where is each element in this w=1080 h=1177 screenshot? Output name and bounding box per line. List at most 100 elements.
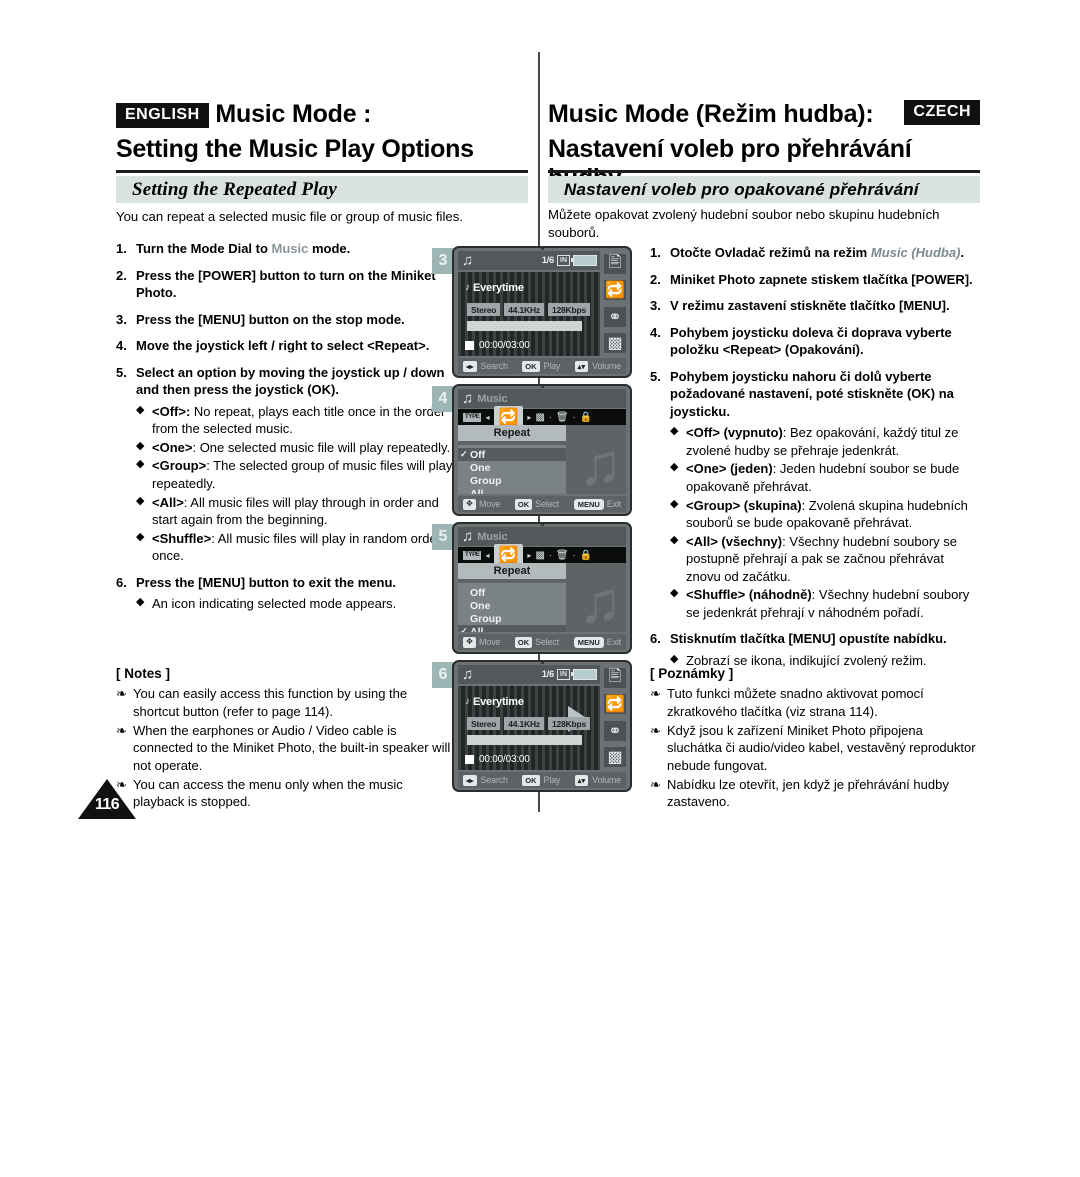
- search-key-label: Search: [480, 775, 509, 785]
- step-badge-3: 3: [432, 248, 454, 274]
- menu-item-group[interactable]: Group: [458, 612, 566, 625]
- music-note-icon: ♫: [462, 528, 474, 545]
- menu-mode-label: Music: [477, 530, 508, 543]
- tag-stereo: Stereo: [467, 717, 501, 730]
- note-text: When the earphones or Audio / Video cabl…: [133, 722, 451, 774]
- left-arrow-icon[interactable]: ◂: [485, 551, 489, 560]
- czech-section-title: Nastavení voleb pro opakované přehrávání: [564, 179, 919, 199]
- play-key-cap[interactable]: OK: [522, 774, 540, 786]
- notes-title: [ Poznámky ]: [650, 666, 734, 681]
- search-key-cap[interactable]: ◂▸: [463, 360, 477, 372]
- menu-icon-bar: TYPE ◂ 🔁 ▸ ▩ · 🗑 · 🔒: [458, 544, 626, 566]
- note-text: Tuto funkci můžete snadno aktivovat pomo…: [667, 686, 924, 720]
- menu-item-one[interactable]: One: [458, 599, 566, 612]
- step-item: 6. Press the [MENU] button to exit the me…: [116, 574, 454, 592]
- screenshot-step-5: 5 ♫ Music TYPE ◂ 🔁 ▸ ▩ · 🗑 · 🔒 ♫ Repeat: [432, 522, 632, 654]
- play-key-cap[interactable]: OK: [522, 360, 540, 372]
- screenshot-step-4: 4 ♫ Music TYPE ◂ 🔁 ▸ ▩ · 🗑 · 🔒 ♫ Repeat: [432, 384, 632, 516]
- player-side-icons: 🖹 🔁 ⚭ ▩: [602, 665, 628, 770]
- lock-icon[interactable]: 🔒: [580, 550, 592, 561]
- repeat-icon[interactable]: 🔁: [604, 694, 626, 715]
- option-bullet: ◆ <One> (jeden): Jeden hudební soubor se …: [670, 460, 980, 495]
- select-key-cap[interactable]: OK: [514, 636, 533, 648]
- step-item: 4. Move the joystick left / right to sele…: [116, 337, 454, 355]
- menu-item-off[interactable]: Off: [458, 586, 566, 599]
- menu-body: ♫ Repeat ✓Off One Group All ▼: [458, 425, 626, 494]
- step-text: Miniket Photo zapnete stiskem tlačítka […: [670, 271, 973, 287]
- move-key-cap[interactable]: ✥: [463, 498, 476, 510]
- repeat-icon[interactable]: 🔁: [604, 280, 626, 301]
- menu-item-group[interactable]: Group: [458, 474, 566, 487]
- menu-item-all[interactable]: All: [458, 487, 566, 495]
- menu-mode-label: Music: [477, 392, 508, 405]
- menu-soft-key-bar: ✥ Move OK Select MENU Exit: [458, 634, 626, 650]
- left-arrow-icon[interactable]: ◂: [485, 413, 489, 422]
- player-main-area: ♪ Everytime Stereo 44.1KHz 128Kbps 00:00…: [458, 272, 600, 356]
- right-arrow-icon[interactable]: ▸: [527, 413, 531, 422]
- menu-item-all[interactable]: ✓ All: [458, 625, 566, 632]
- step-badge-5: 5: [432, 524, 454, 550]
- equalizer-icon[interactable]: ▩: [535, 550, 544, 561]
- volume-key-cap[interactable]: ▴▾: [574, 360, 589, 372]
- select-key-cap[interactable]: OK: [514, 498, 533, 510]
- key-lock-icon[interactable]: ⚭: [604, 306, 626, 327]
- diamond-bullet-icon: ◆: [136, 596, 145, 609]
- option-bullet-text: <One>: One selected music file will play…: [152, 439, 451, 455]
- step-text: Move the joystick left / right to select…: [136, 338, 430, 354]
- option-bullet-text: <One> (jeden): Jeden hudební soubor se b…: [686, 461, 960, 495]
- note-item: ❧ Když jsou k zařízení Miniket Photo přip…: [650, 722, 980, 775]
- player-side-icons: 🖹 🔁 ⚭ ▩: [602, 251, 628, 356]
- english-notes: [ Notes ] ❧ You can easily access this fun…: [116, 665, 456, 812]
- note-item: ❧ Tuto funkci můžete snadno aktivovat pom…: [650, 685, 980, 720]
- menu-item-label: Off: [470, 448, 486, 461]
- note-text: You can easily access this function by u…: [133, 686, 408, 720]
- option-bullet: ◆ <One>: One selected music file will pla…: [136, 439, 454, 457]
- volume-key-cap[interactable]: ▴▾: [574, 774, 589, 786]
- equalizer-icon[interactable]: ▩: [604, 332, 626, 353]
- equalizer-icon[interactable]: ▩: [535, 412, 544, 423]
- check-icon: ✓: [460, 449, 468, 459]
- menu-item-one[interactable]: One: [458, 461, 566, 474]
- step-number: 5.: [650, 368, 661, 384]
- delete-icon[interactable]: 🗑: [556, 412, 569, 423]
- type-tag-icon[interactable]: TYPE: [463, 550, 482, 560]
- option-bullet-text: <All> (všechny): Všechny hudební soubory…: [686, 533, 957, 584]
- page-number-value: 116: [94, 796, 120, 813]
- english-steps: 1. Turn the Mode Dial to Music mode. 2. Pre…: [116, 240, 454, 614]
- file-list-icon[interactable]: 🖹: [604, 668, 626, 689]
- exit-key-cap[interactable]: MENU: [573, 636, 604, 648]
- file-list-icon[interactable]: 🖹: [604, 254, 626, 275]
- progress-bar[interactable]: [467, 735, 582, 745]
- tag-samplerate: 44.1KHz: [504, 717, 544, 730]
- equalizer-icon[interactable]: ▩: [604, 746, 626, 767]
- menu-item-off[interactable]: ✓ Off: [458, 448, 566, 461]
- diamond-bullet-icon: ◆: [136, 494, 145, 507]
- battery-icon: [571, 669, 597, 680]
- key-lock-icon[interactable]: ⚭: [604, 720, 626, 741]
- option-label: <All> (všechny): [686, 533, 783, 549]
- diamond-bullet-icon: ◆: [136, 530, 145, 543]
- right-arrow-icon[interactable]: ▸: [527, 551, 531, 560]
- move-key-cap[interactable]: ✥: [463, 636, 476, 648]
- diamond-bullet-icon: ◆: [670, 497, 679, 510]
- lcd-player-repeat-on: ♫ 1/6 IN ♪ Everytime Stereo 44.1KHz 128K…: [452, 660, 632, 792]
- audio-tags: Stereo 44.1KHz 128Kbps: [467, 303, 590, 316]
- progress-bar[interactable]: [467, 321, 582, 331]
- clover-bullet-icon: ❧: [116, 722, 127, 738]
- diamond-bullet-icon: ◆: [670, 587, 679, 600]
- english-section-bar: Setting the Repeated Play: [116, 176, 528, 203]
- delete-icon[interactable]: 🗑: [556, 550, 569, 561]
- option-bullet-text: <All>: All music files will play through…: [152, 494, 439, 528]
- search-key-cap[interactable]: ◂▸: [463, 774, 477, 786]
- option-bullet: ◆ <All> (všechny): Všechny hudební soubor…: [670, 533, 980, 586]
- time-elapsed-total: 00:00/03:00: [479, 754, 530, 765]
- clover-bullet-icon: ❧: [650, 686, 661, 702]
- note-text: Když jsou k zařízení Miniket Photo připo…: [667, 722, 976, 774]
- step-number: 3.: [650, 298, 661, 314]
- stop-icon: [465, 341, 474, 350]
- step-number: 6.: [650, 631, 661, 647]
- option-bullet: ◆ <Shuffle> (náhodně): Všechny hudební so…: [670, 586, 980, 621]
- exit-key-cap[interactable]: MENU: [573, 498, 604, 510]
- lock-icon[interactable]: 🔒: [580, 412, 592, 423]
- type-tag-icon[interactable]: TYPE: [463, 412, 482, 422]
